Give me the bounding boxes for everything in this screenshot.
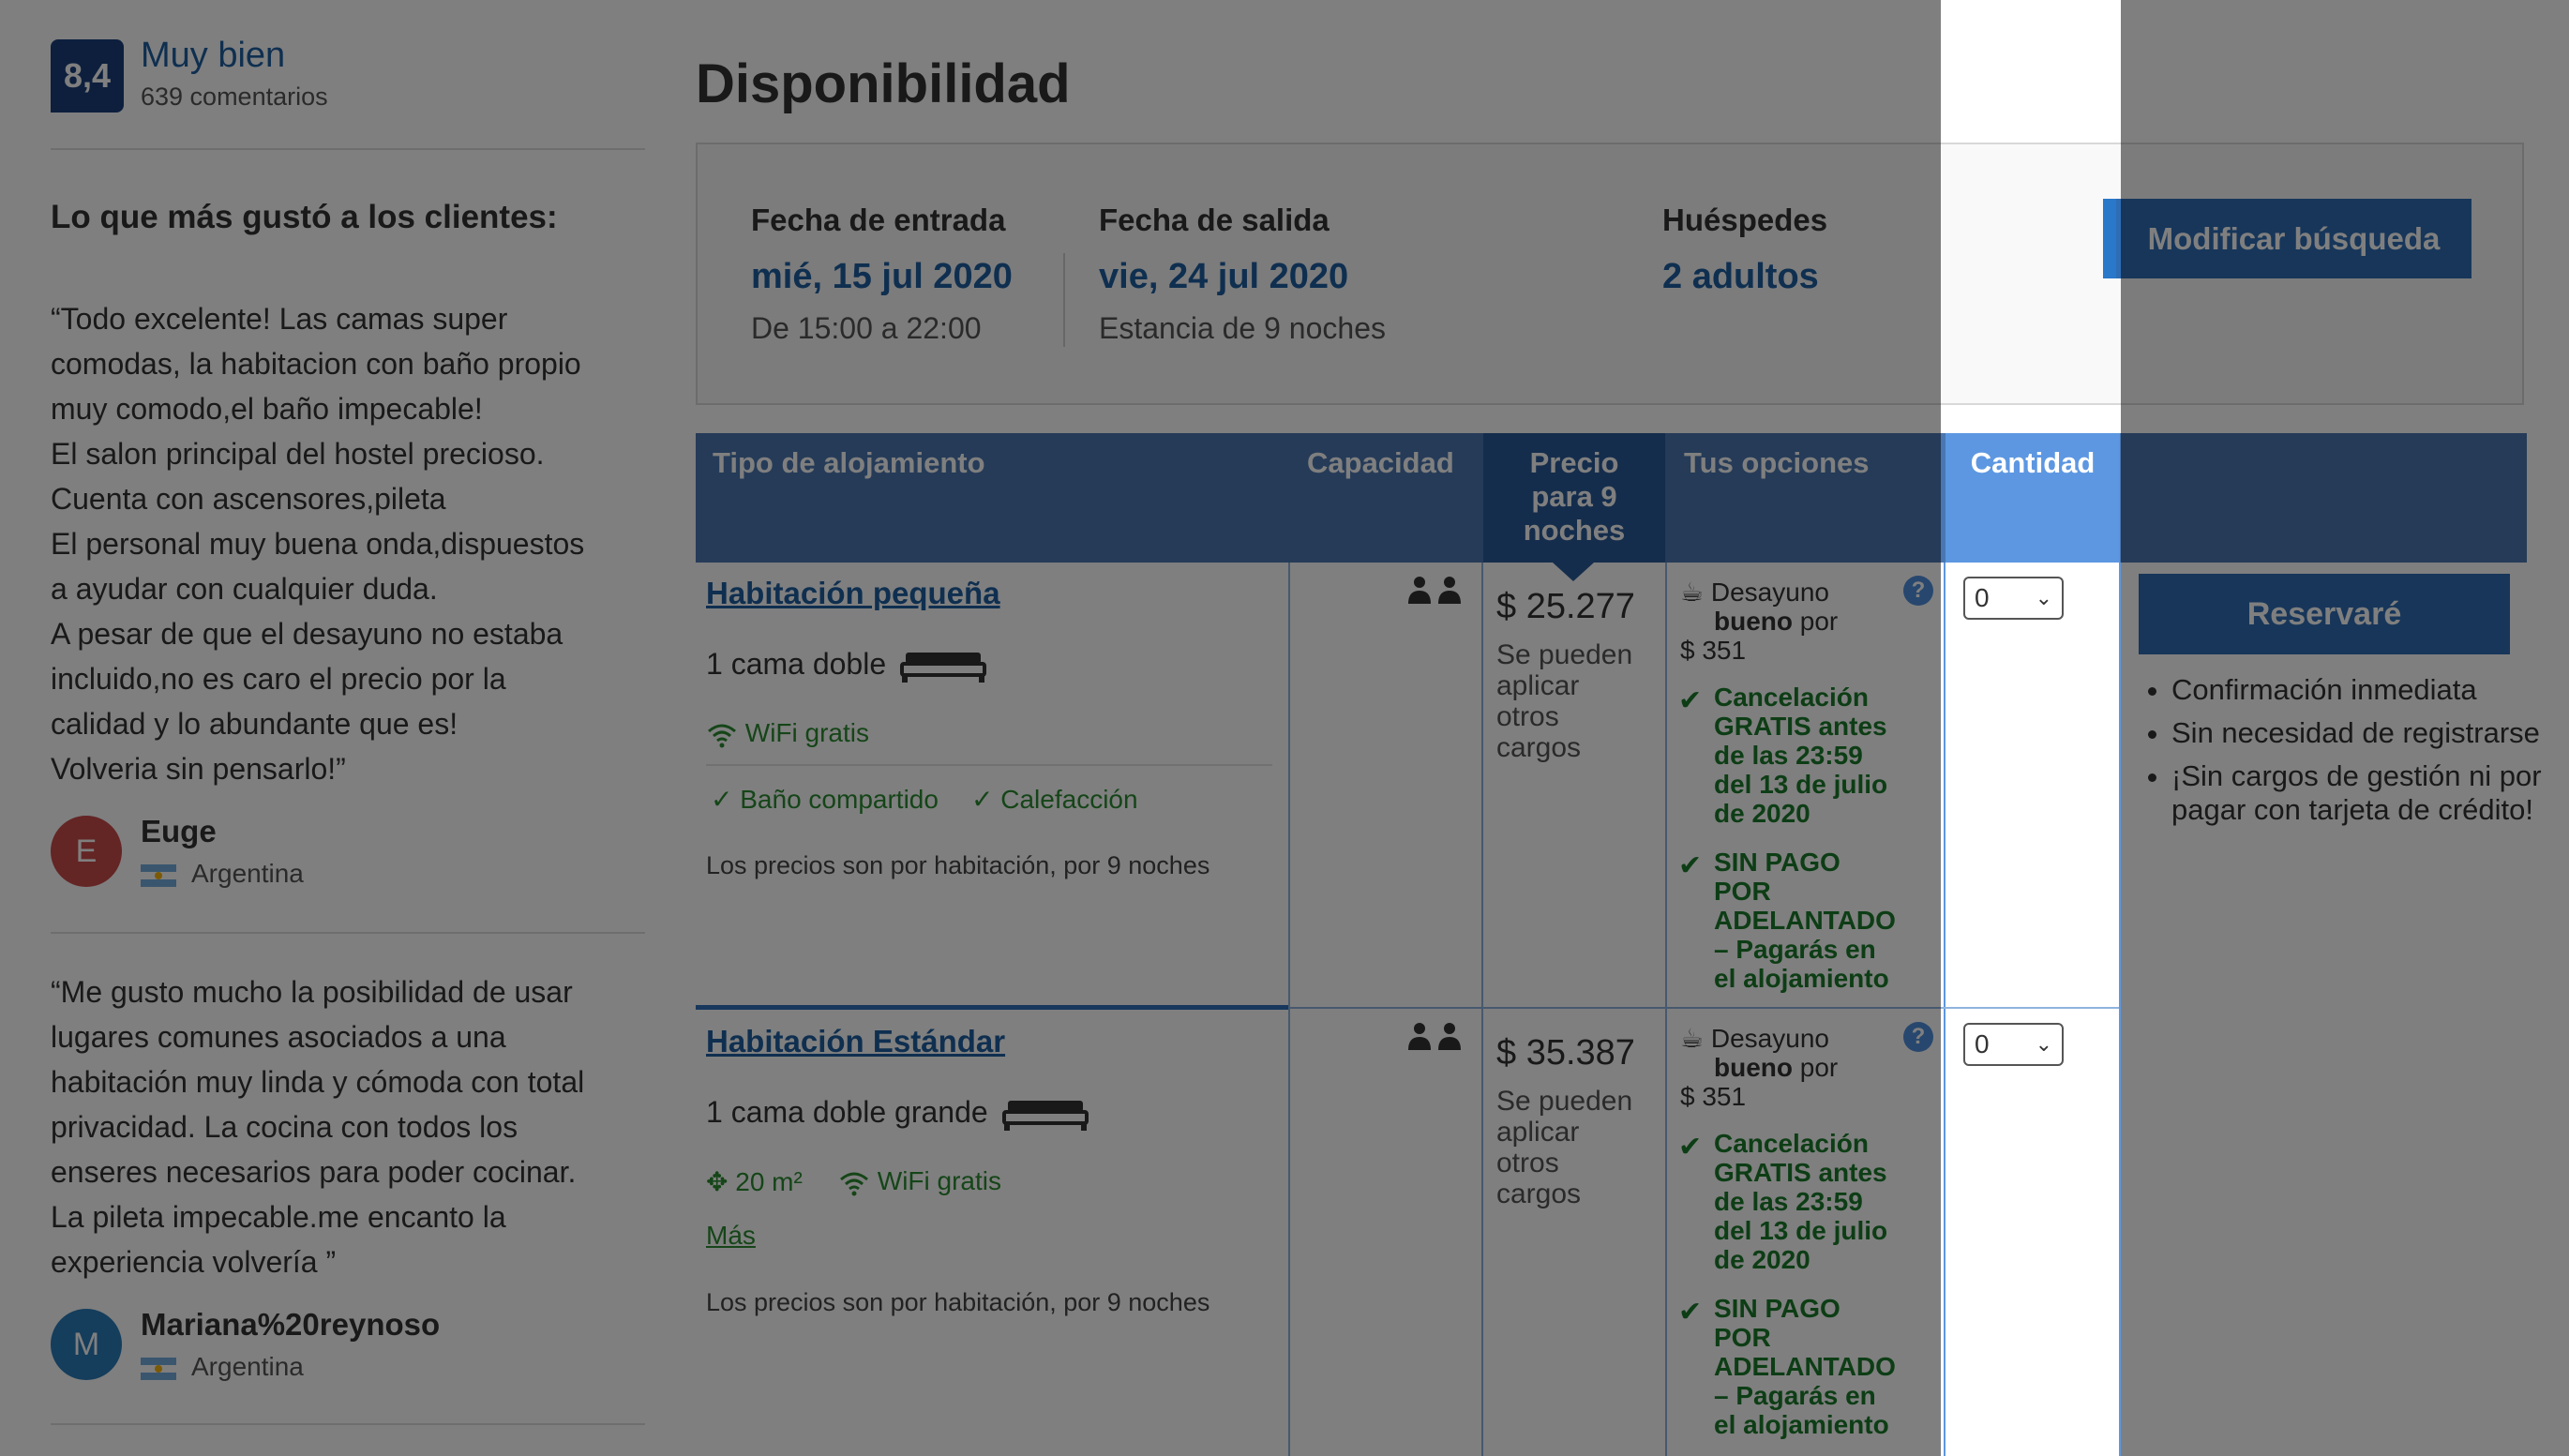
overlay-right: [2121, 0, 2569, 1456]
quantity-select[interactable]: 0 ⌄: [1963, 577, 2064, 620]
quantity-value: 0: [1975, 583, 1990, 612]
chevron-down-icon: ⌄: [2035, 586, 2052, 609]
quantity-value: 0: [1975, 1029, 1990, 1058]
chevron-down-icon: ⌄: [2035, 1032, 2052, 1056]
header-quantity: Cantidad: [1946, 433, 2120, 563]
column-divider: [1944, 563, 1946, 1456]
quantity-select[interactable]: 0 ⌄: [1963, 1023, 2064, 1066]
overlay-left: [0, 0, 1941, 1456]
